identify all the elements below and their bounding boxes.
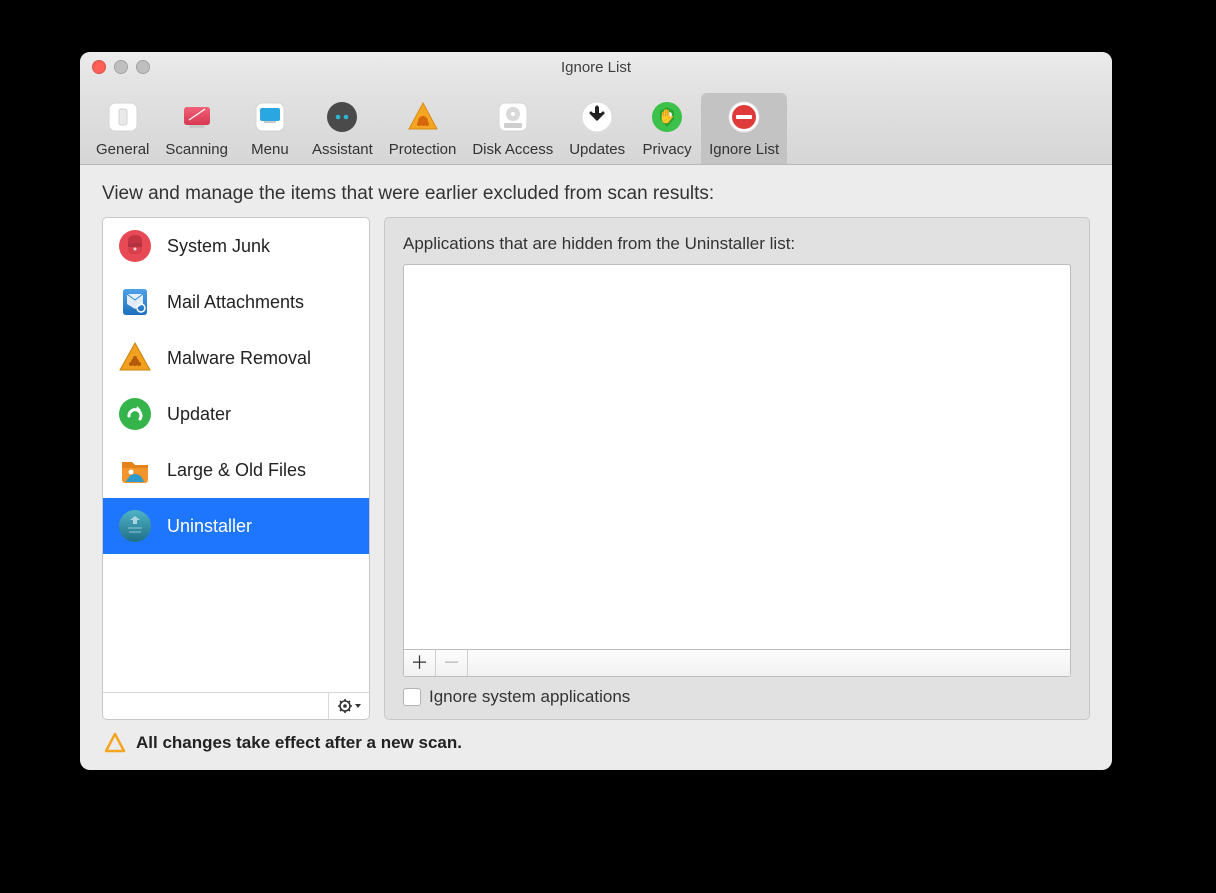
system-junk-icon [117,228,153,264]
warning-icon [104,732,126,754]
sidebar-item-system-junk[interactable]: System Junk [103,218,369,274]
ignore-system-apps-row[interactable]: Ignore system applications [403,687,1071,707]
tab-updates[interactable]: Updates [561,93,633,164]
updates-icon [577,97,617,137]
list-control-bar: ＋ － [403,650,1071,677]
sidebar-item-label: Mail Attachments [167,292,304,313]
sidebar-item-label: Updater [167,404,231,425]
tab-label: Scanning [165,141,228,158]
titlebar: Ignore List [80,52,1112,82]
general-icon [103,97,143,137]
preferences-toolbar: General Scanning [80,82,1112,165]
footer-note: All changes take effect after a new scan… [102,720,1090,758]
window-title: Ignore List [80,59,1112,76]
tab-scanning[interactable]: Scanning [157,93,236,164]
panes: System Junk [102,217,1090,720]
tab-protection[interactable]: Protection [381,93,465,164]
tab-disk-access[interactable]: Disk Access [464,93,561,164]
tab-label: Assistant [312,141,373,158]
sidebar-item-label: Large & Old Files [167,460,306,481]
sidebar-item-uninstaller[interactable]: Uninstaller [103,498,369,554]
sidebar-item-label: System Junk [167,236,270,257]
tab-label: General [96,141,149,158]
disk-access-icon [493,97,533,137]
tab-label: Updates [569,141,625,158]
tab-label: Disk Access [472,141,553,158]
ignored-apps-list[interactable] [403,264,1071,650]
tab-label: Menu [251,141,289,158]
category-list: System Junk [103,218,369,692]
scanning-icon [177,97,217,137]
main-panel: Applications that are hidden from the Un… [384,217,1090,720]
ignore-system-apps-checkbox[interactable] [403,688,421,706]
large-old-files-icon [117,452,153,488]
checkbox-label: Ignore system applications [429,687,630,707]
tab-label: Privacy [642,141,691,158]
category-sidebar: System Junk [102,217,370,720]
tab-label: Protection [389,141,457,158]
malware-removal-icon [117,340,153,376]
sidebar-footer [103,692,369,719]
remove-button[interactable]: － [436,650,468,676]
sidebar-item-label: Malware Removal [167,348,311,369]
tab-privacy[interactable]: ✋ Privacy [633,93,701,164]
control-bar-spacer [468,650,1070,676]
footer-text: All changes take effect after a new scan… [136,733,462,753]
main-heading: Applications that are hidden from the Un… [403,234,1071,254]
tab-label: Ignore List [709,141,779,158]
tab-ignore-list[interactable]: Ignore List [701,93,787,164]
assistant-icon [322,97,362,137]
sidebar-item-updater[interactable]: Updater [103,386,369,442]
mail-attachments-icon [117,284,153,320]
menu-icon [250,97,290,137]
tab-menu[interactable]: Menu [236,93,304,164]
sidebar-gear-button[interactable] [328,693,369,719]
page-description: View and manage the items that were earl… [102,183,1090,205]
protection-icon [403,97,443,137]
preferences-window: Ignore List General Sca [80,52,1112,770]
sidebar-item-malware-removal[interactable]: Malware Removal [103,330,369,386]
ignore-list-icon [724,97,764,137]
sidebar-item-label: Uninstaller [167,516,252,537]
add-button[interactable]: ＋ [404,650,436,676]
sidebar-item-mail-attachments[interactable]: Mail Attachments [103,274,369,330]
sidebar-item-large-old-files[interactable]: Large & Old Files [103,442,369,498]
tab-general[interactable]: General [88,93,157,164]
privacy-icon: ✋ [647,97,687,137]
svg-text:✋: ✋ [658,108,675,124]
content-area: View and manage the items that were earl… [80,165,1112,770]
updater-icon [117,396,153,432]
uninstaller-icon [117,508,153,544]
tab-assistant[interactable]: Assistant [304,93,381,164]
